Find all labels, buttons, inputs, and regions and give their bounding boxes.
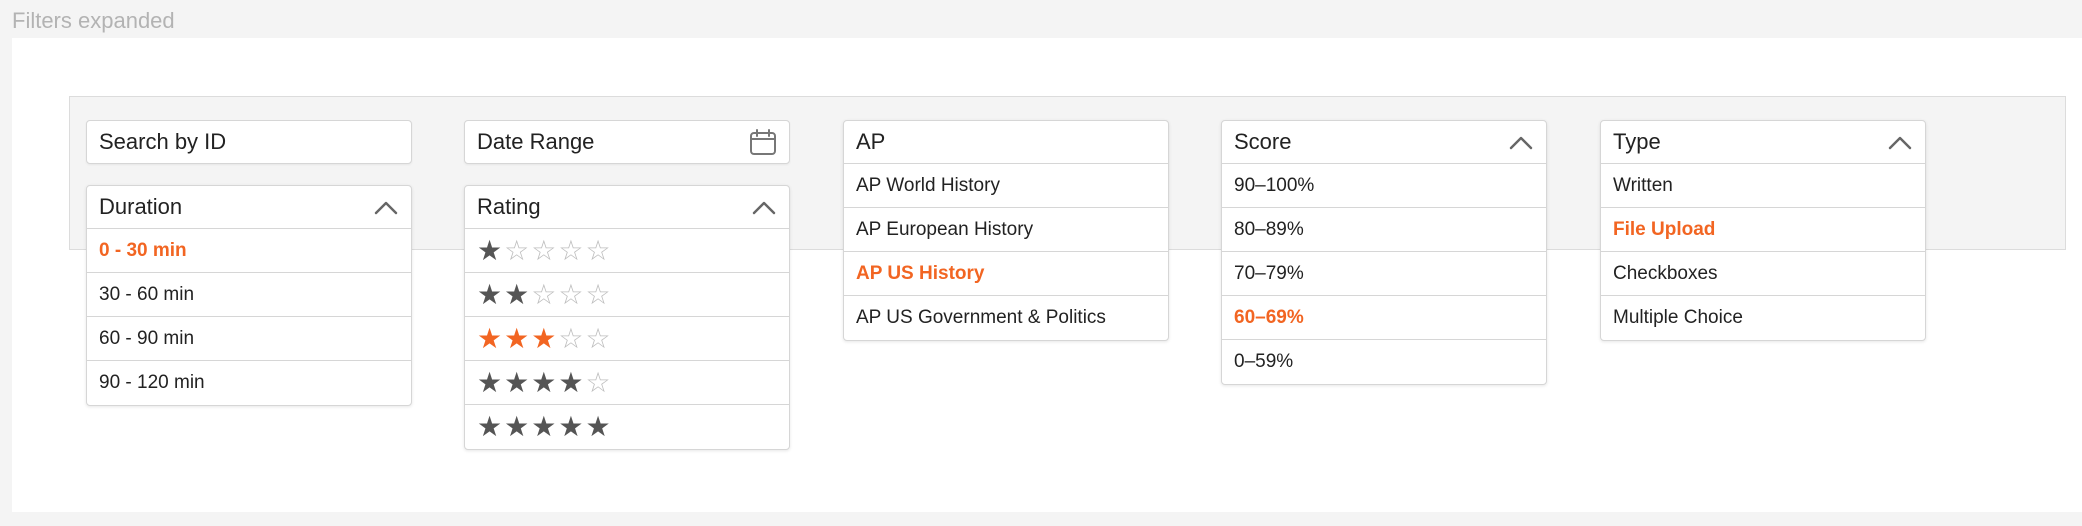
- ap-options: AP World History AP European History AP US…: [844, 164, 1168, 340]
- rating-option[interactable]: ★ ★ ★ ★ ★: [465, 405, 789, 449]
- ap-dropdown: AP AP World History AP European History AP…: [843, 120, 1169, 341]
- star-filled-icon: ★: [558, 411, 584, 442]
- rating-dropdown: Rating ★ ☆ ☆ ☆ ☆ ★ ★ ☆ ☆ ☆ ★ ★ ★ ☆ ☆ ★ ★ ★ ★ ☆ ★ ★ ★ ★ ★: [464, 185, 790, 450]
- star-empty-icon: ☆: [585, 234, 611, 266]
- score-header[interactable]: Score: [1222, 121, 1546, 164]
- score-option[interactable]: 60–69%: [1222, 296, 1546, 340]
- star-filled-icon: ★: [477, 278, 503, 310]
- page-caption: Filters expanded: [12, 8, 175, 33]
- star-rating: ★ ★ ★ ★ ☆: [477, 366, 611, 398]
- ap-option[interactable]: AP European History: [844, 208, 1168, 252]
- chevron-up-icon[interactable]: [373, 198, 399, 216]
- star-filled-icon: ★: [531, 366, 557, 398]
- score-label: Score: [1234, 129, 1292, 154]
- duration-option[interactable]: 30 - 60 min: [87, 273, 411, 317]
- star-rating: ★ ★ ★ ☆ ☆: [477, 322, 611, 354]
- star-filled-icon: ★: [585, 411, 611, 442]
- star-filled-icon: ★: [504, 411, 530, 442]
- date-range-label: Date Range: [477, 129, 595, 154]
- star-filled-icon: ★: [477, 366, 503, 398]
- star-rating: ★ ★ ☆ ☆ ☆: [477, 278, 611, 310]
- duration-option[interactable]: 60 - 90 min: [87, 317, 411, 361]
- type-options: Written File Upload Checkboxes Multiple Cho…: [1601, 164, 1925, 340]
- star-filled-icon: ★: [504, 366, 530, 398]
- ap-header[interactable]: AP: [844, 121, 1168, 164]
- search-input[interactable]: Search by ID: [86, 120, 412, 164]
- star-empty-icon: ☆: [531, 278, 557, 310]
- ap-option[interactable]: AP World History: [844, 164, 1168, 208]
- score-option[interactable]: 90–100%: [1222, 164, 1546, 208]
- score-option[interactable]: 0–59%: [1222, 340, 1546, 384]
- score-dropdown: Score 90–100% 80–89% 70–79% 60–69% 0–59%: [1221, 120, 1547, 385]
- chevron-up-icon[interactable]: [1887, 133, 1913, 151]
- type-option[interactable]: Written: [1601, 164, 1925, 208]
- star-empty-icon: ☆: [558, 278, 584, 310]
- rating-option[interactable]: ★ ★ ★ ★ ☆: [465, 361, 789, 405]
- rating-label: Rating: [477, 194, 541, 219]
- duration-dropdown: Duration 0 - 30 min 30 - 60 min 60 - 90 mi…: [86, 185, 412, 406]
- type-label: Type: [1613, 129, 1661, 154]
- date-range-input[interactable]: Date Range: [464, 120, 790, 164]
- star-rating: ★ ★ ★ ★ ★: [477, 413, 611, 441]
- rating-header[interactable]: Rating: [465, 186, 789, 229]
- star-filled-icon: ★: [531, 411, 557, 442]
- star-empty-icon: ☆: [585, 366, 611, 398]
- duration-option[interactable]: 90 - 120 min: [87, 361, 411, 405]
- type-header[interactable]: Type: [1601, 121, 1925, 164]
- star-filled-icon: ★: [558, 366, 584, 398]
- star-empty-icon: ☆: [558, 322, 584, 354]
- star-filled-icon: ★: [477, 322, 503, 354]
- star-empty-icon: ☆: [504, 234, 530, 266]
- rating-option[interactable]: ★ ☆ ☆ ☆ ☆: [465, 229, 789, 273]
- star-empty-icon: ☆: [585, 278, 611, 310]
- rating-option[interactable]: ★ ★ ★ ☆ ☆: [465, 317, 789, 361]
- duration-header[interactable]: Duration: [87, 186, 411, 229]
- ap-option[interactable]: AP US Government & Politics: [844, 296, 1168, 340]
- calendar-icon[interactable]: [749, 128, 777, 156]
- duration-label: Duration: [99, 194, 183, 219]
- star-rating: ★ ☆ ☆ ☆ ☆: [477, 234, 611, 266]
- rating-options: ★ ☆ ☆ ☆ ☆ ★ ★ ☆ ☆ ☆ ★ ★ ★ ☆ ☆ ★ ★ ★ ★ ☆ ★ ★ ★ ★ ★: [465, 229, 789, 449]
- ap-label: AP: [856, 129, 886, 154]
- type-option[interactable]: Checkboxes: [1601, 252, 1925, 296]
- rating-option[interactable]: ★ ★ ☆ ☆ ☆: [465, 273, 789, 317]
- score-option[interactable]: 70–79%: [1222, 252, 1546, 296]
- duration-option[interactable]: 0 - 30 min: [87, 229, 411, 273]
- star-filled-icon: ★: [531, 322, 557, 354]
- score-option[interactable]: 80–89%: [1222, 208, 1546, 252]
- star-filled-icon: ★: [504, 322, 530, 354]
- star-empty-icon: ☆: [531, 234, 557, 266]
- star-empty-icon: ☆: [558, 234, 584, 266]
- type-option[interactable]: Multiple Choice: [1601, 296, 1925, 340]
- ap-option[interactable]: AP US History: [844, 252, 1168, 296]
- chevron-up-icon[interactable]: [1508, 133, 1534, 151]
- score-options: 90–100% 80–89% 70–79% 60–69% 0–59%: [1222, 164, 1546, 384]
- star-filled-icon: ★: [477, 411, 503, 442]
- duration-options: 0 - 30 min 30 - 60 min 60 - 90 min 90 - 120…: [87, 229, 411, 405]
- star-filled-icon: ★: [504, 278, 530, 310]
- type-option[interactable]: File Upload: [1601, 208, 1925, 252]
- star-filled-icon: ★: [477, 234, 503, 266]
- star-empty-icon: ☆: [585, 322, 611, 354]
- search-placeholder: Search by ID: [99, 129, 227, 154]
- type-dropdown: Type Written File Upload Checkboxes Multipl…: [1600, 120, 1926, 341]
- chevron-up-icon[interactable]: [751, 198, 777, 216]
